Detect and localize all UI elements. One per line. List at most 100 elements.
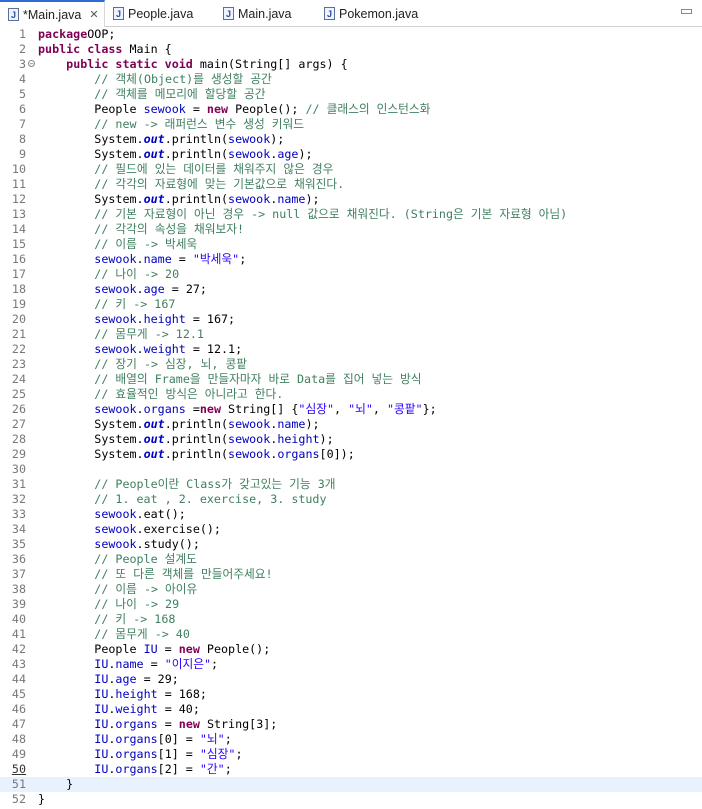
code-line[interactable]: 30 [0,462,702,477]
tab-pokemon-java[interactable]: J Pokemon.java [316,0,431,27]
tab-people-java[interactable]: J People.java [105,0,213,27]
code-token: sewook [94,342,137,356]
code-line[interactable]: 52} [0,792,702,807]
code-token: public static void [66,57,193,71]
code-line[interactable]: 35 sewook.study(); [0,537,702,552]
code-line[interactable]: 11 // 각각의 자료형에 맞는 기본값으로 채워진다. [0,177,702,192]
code-line[interactable]: 36 // People 설계도 [0,552,702,567]
code-token: main(String[] args) { [192,57,348,71]
code-line[interactable]: 42 People IU = new People(); [0,642,702,657]
code-line[interactable]: 50 IU.organs[2] = "간"; [0,762,702,777]
code-line[interactable]: 26 sewook.organs =new String[] {"심장", "뇌… [0,402,702,417]
code-line[interactable]: 25 // 효율적인 방식은 아니라고 한다. [0,387,702,402]
code-token: sewook [94,402,137,416]
code-line[interactable]: 33 sewook.eat(); [0,507,702,522]
code-token: // 나이 -> 29 [94,597,180,611]
code-text: // 객체를 메모리에 할당할 공간 [38,87,265,102]
line-number: 6 [18,102,26,116]
code-editor[interactable]: 1 packageOOP; 2 public class Main {3− publi… [0,27,702,809]
code-token: age [277,147,299,161]
code-line[interactable]: 3− public static void main(String[] args… [0,57,702,72]
code-line[interactable]: 14 // 각각의 속성을 채워보자! [0,222,702,237]
line-number: 52 [11,792,26,806]
code-line[interactable]: 17 // 나이 -> 20 [0,267,702,282]
code-line[interactable]: 37 // 또 다른 객체를 만들어주세요! [0,567,702,582]
code-text: // 몸무게 -> 40 [38,627,190,642]
line-number: 7 [18,117,26,131]
code-line[interactable]: 10 // 필드에 있는 데이터를 채워주지 않은 경우 [0,162,702,177]
line-number: 46 [11,702,26,716]
code-text: // 각각의 자료형에 맞는 기본값으로 채워진다. [38,177,344,192]
code-line[interactable]: 44 IU.age = 29; [0,672,702,687]
code-token: // 필드에 있는 데이터를 채워주지 않은 경우 [94,162,334,176]
code-token: ; [235,747,243,761]
code-line[interactable]: 13 // 기본 자료형이 아닌 경우 -> null 값으로 채워진다. (S… [0,207,702,222]
code-line[interactable]: 20 sewook.height = 167; [0,312,702,327]
code-line[interactable]: 49 IU.organs[1] = "심장"; [0,747,702,762]
code-text: // 키 -> 168 [38,612,175,627]
code-line[interactable]: 43 IU.name = "이지은"; [0,657,702,672]
code-line[interactable]: 46 IU.weight = 40; [0,702,702,717]
code-line[interactable]: 9 System.out.println(sewook.age); [0,147,702,162]
line-number: 25 [11,387,26,401]
close-icon[interactable]: ✕ [89,8,98,21]
code-token: sewook [228,147,271,161]
code-line[interactable]: 32 // 1. eat , 2. exercise, 3. study [0,492,702,507]
code-line[interactable]: 21 // 몸무게 -> 12.1 [0,327,702,342]
line-number: 40 [11,612,26,626]
code-line[interactable]: 19 // 키 -> 167 [0,297,702,312]
code-text: } [38,792,45,807]
code-token: System. [38,147,144,161]
code-token: weight [115,702,158,716]
code-line[interactable]: 41 // 몸무게 -> 40 [0,627,702,642]
code-text: People IU = new People(); [38,642,270,657]
code-line[interactable]: 38 // 이름 -> 아이유 [0,582,702,597]
code-line[interactable]: 34 sewook.exercise(); [0,522,702,537]
code-token: // 기본 자료형이 아닌 경우 -> null 값으로 채워진다. (Stri… [94,207,568,221]
code-line[interactable]: 7 // new -> 래퍼런스 변수 생성 키워드 [0,117,702,132]
line-number: 43 [11,657,26,671]
tab-label: Pokemon.java [339,6,419,21]
code-line[interactable]: 8 System.out.println(sewook); [0,132,702,147]
code-line[interactable]: 4 // 객체(Object)를 생성할 공간 [0,72,702,87]
code-token: // 객체(Object)를 생성할 공간 [94,72,272,86]
code-line[interactable]: 29 System.out.println(sewook.organs[0]); [0,447,702,462]
code-line[interactable]: 47 IU.organs = new String[3]; [0,717,702,732]
code-line[interactable]: 5 // 객체를 메모리에 할당할 공간 [0,87,702,102]
code-line[interactable]: 48 IU.organs[0] = "뇌"; [0,732,702,747]
code-line[interactable]: 27 System.out.println(sewook.name); [0,417,702,432]
code-line[interactable]: 6 People sewook = new People(); // 클래스의 … [0,102,702,117]
code-line[interactable]: 18 sewook.age = 27; [0,282,702,297]
code-line[interactable]: 16 sewook.name = "박세욱"; [0,252,702,267]
code-line[interactable]: 51 } [0,777,702,792]
code-token: = [143,657,165,671]
tab-main-java-dirty[interactable]: J *Main.java ✕ [0,0,105,27]
minimize-icon[interactable] [681,9,692,14]
code-line[interactable]: 28 System.out.println(sewook.height); [0,432,702,447]
code-line[interactable]: 12 System.out.println(sewook.name); [0,192,702,207]
code-token: weight [143,342,186,356]
code-line[interactable]: 45 IU.height = 168; [0,687,702,702]
code-line[interactable]: 31 // People이란 Class가 갖고있는 기능 3개 [0,477,702,492]
fold-collapse-icon[interactable]: − [28,60,35,68]
code-line[interactable]: 24 // 배열의 Frame을 만들자마자 바로 Data를 집어 넣는 방식 [0,372,702,387]
code-line[interactable]: 15 // 이름 -> 박세욱 [0,237,702,252]
code-token: ); [305,192,320,206]
code-text: IU.weight = 40; [38,702,200,717]
code-line[interactable]: 39 // 나이 -> 29 [0,597,702,612]
code-line[interactable]: 22 sewook.weight = 12.1; [0,342,702,357]
code-line[interactable]: 1 packageOOP; [0,27,702,42]
code-line[interactable]: 40 // 키 -> 168 [0,612,702,627]
code-token: .exercise(); [136,522,221,536]
code-line[interactable]: 23 // 장기 -> 심장, 뇌, 콩팥 [0,357,702,372]
code-token: ); [270,132,285,146]
tab-main-java[interactable]: J Main.java [215,0,315,27]
line-number: 38 [11,582,26,596]
code-text: public class Main { [38,42,172,57]
code-text: // 또 다른 객체를 만들어주세요! [38,567,272,582]
code-line[interactable]: 2 public class Main { [0,42,702,57]
code-token: // 나이 -> 20 [94,267,180,281]
